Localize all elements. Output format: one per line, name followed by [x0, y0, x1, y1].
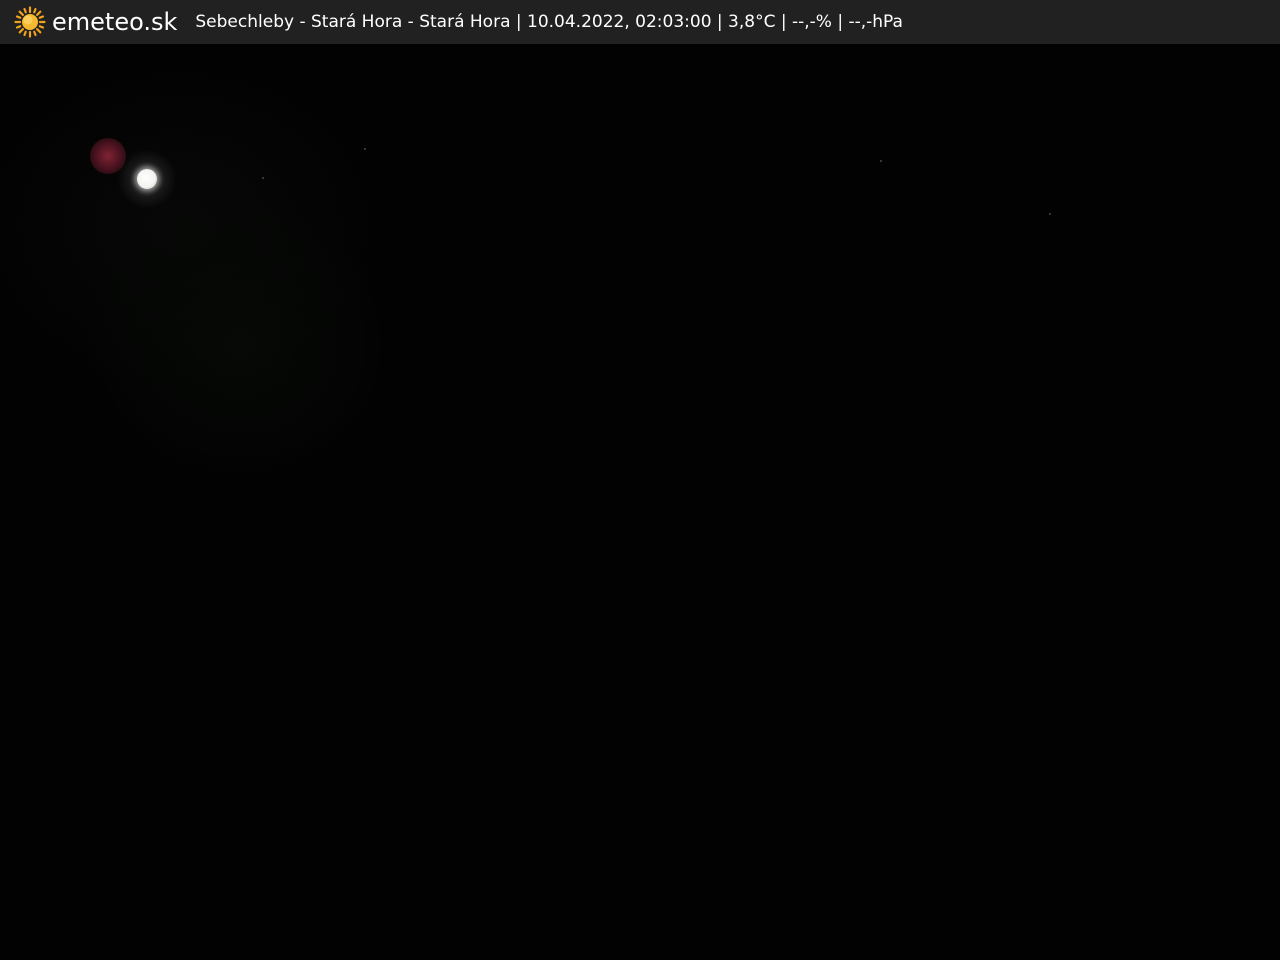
webcam-caption: Sebechleby - Stará Hora - Stará Hora | 1…: [195, 12, 903, 32]
lens-flare: [90, 138, 126, 174]
webcam-image: [0, 44, 1280, 960]
site-logo[interactable]: emeteo.sk: [14, 0, 177, 44]
header-bar: emeteo.sk Sebechleby - Stará Hora - Star…: [0, 0, 1280, 44]
moon: [137, 169, 157, 189]
star: [880, 160, 882, 162]
star: [1049, 213, 1051, 215]
sun-icon: [14, 6, 46, 38]
webcam-page: emeteo.sk Sebechleby - Stará Hora - Star…: [0, 0, 1280, 960]
star: [364, 148, 366, 150]
star: [262, 177, 264, 179]
site-brand-name[interactable]: emeteo.sk: [52, 8, 177, 36]
